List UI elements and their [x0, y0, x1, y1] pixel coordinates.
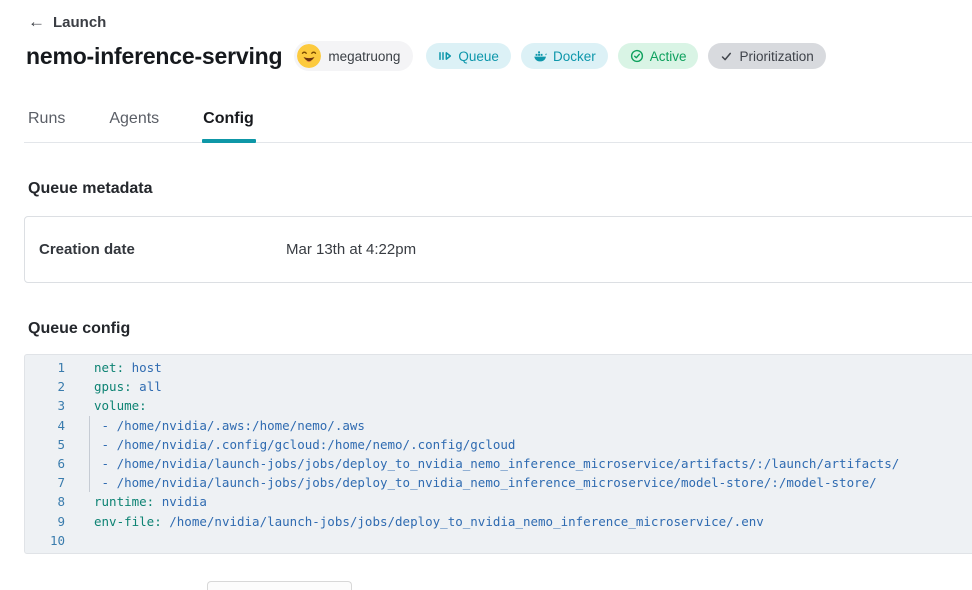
line-number: 5 — [25, 435, 65, 454]
creation-date-value: Mar 13th at 4:22pm — [286, 241, 416, 258]
code-line: 6 - /home/nvidia/launch-jobs/jobs/deploy… — [25, 454, 972, 473]
line-content: - /home/nvidia/launch-jobs/jobs/deploy_t… — [94, 454, 899, 473]
arrow-left-icon: ← — [28, 13, 45, 30]
badge-prioritization: Prioritization — [708, 43, 825, 69]
line-content: volume: — [94, 396, 147, 415]
tab-config[interactable]: Config — [203, 109, 254, 142]
line-number: 1 — [25, 358, 65, 377]
tab-agents[interactable]: Agents — [109, 109, 159, 142]
line-content: - /home/nvidia/.aws:/home/nemo/.aws — [94, 416, 365, 435]
badges: Queue Docker Active Prioritization — [426, 43, 825, 69]
line-content: net: host — [94, 358, 162, 377]
back-link[interactable]: ← Launch — [28, 14, 106, 31]
docker-icon — [533, 49, 547, 63]
check-icon — [720, 50, 733, 63]
code-line: 9 env-file: /home/nvidia/launch-jobs/jobs… — [25, 512, 972, 531]
check-circle-icon — [630, 49, 644, 63]
badge-label: Prioritization — [739, 49, 813, 64]
page-title: nemo-inference-serving — [26, 39, 282, 73]
owner-name: megatruong — [328, 49, 400, 64]
line-number: 2 — [25, 377, 65, 396]
code-line: 3 volume: — [25, 396, 972, 415]
owner-pill[interactable]: megatruong — [294, 41, 413, 71]
code-line: 4 - /home/nvidia/.aws:/home/nemo/.aws — [25, 416, 972, 435]
badge-active: Active — [618, 43, 699, 69]
creation-date-label: Creation date — [39, 241, 286, 258]
code-line: 8 runtime: nvidia — [25, 492, 972, 511]
badge-docker: Docker — [521, 43, 608, 69]
line-number: 10 — [25, 531, 65, 550]
line-number: 6 — [25, 454, 65, 473]
avatar — [297, 44, 321, 68]
title-row: nemo-inference-serving megatruong Queue — [26, 39, 972, 73]
badge-label: Active — [650, 49, 687, 64]
code-line: 2 gpus: all — [25, 377, 972, 396]
line-number: 9 — [25, 512, 65, 531]
metadata-card: Creation date Mar 13th at 4:22pm — [24, 216, 972, 283]
badge-label: Queue — [458, 49, 499, 64]
tab-bar: Runs Agents Config — [24, 109, 972, 143]
config-code-editor[interactable]: 1net: host2gpus: all3volume:4 - /home/nv… — [24, 354, 972, 554]
cutoff-element — [207, 581, 352, 590]
line-number: 4 — [25, 416, 65, 435]
queue-icon — [438, 49, 452, 63]
line-content: gpus: all — [94, 377, 162, 396]
code-line: 1 net: host — [25, 358, 972, 377]
line-content: - /home/nvidia/launch-jobs/jobs/deploy_t… — [94, 473, 877, 492]
line-number: 3 — [25, 396, 65, 415]
badge-queue: Queue — [426, 43, 511, 69]
tab-runs[interactable]: Runs — [28, 109, 65, 142]
badge-label: Docker — [553, 49, 596, 64]
queue-config-heading: Queue config — [28, 320, 972, 338]
line-content: - /home/nvidia/.config/gcloud:/home/nemo… — [94, 435, 515, 454]
queue-metadata-heading: Queue metadata — [28, 180, 972, 198]
code-line: 10 — [25, 531, 972, 550]
line-number: 8 — [25, 492, 65, 511]
line-content: runtime: nvidia — [94, 492, 207, 511]
back-label: Launch — [53, 14, 106, 31]
code-lines: 1net: host2gpus: all3volume:4 - /home/nv… — [25, 358, 972, 550]
line-content: env-file: /home/nvidia/launch-jobs/jobs/… — [94, 512, 764, 531]
code-line: 7 - /home/nvidia/launch-jobs/jobs/deploy… — [25, 473, 972, 492]
line-number: 7 — [25, 473, 65, 492]
code-line: 5 - /home/nvidia/.config/gcloud:/home/ne… — [25, 435, 972, 454]
